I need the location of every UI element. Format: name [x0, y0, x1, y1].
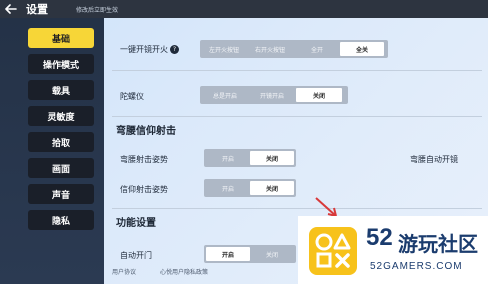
- stance-label: 弯腰射击姿势: [120, 155, 168, 164]
- sidebar: 基础 操作模式 载具 灵敏度 拾取 画面 声音 隐私: [0, 18, 104, 284]
- sidebar-item-vehicle[interactable]: 载具: [28, 80, 94, 100]
- divider: [112, 208, 482, 209]
- help-icon[interactable]: ?: [170, 45, 179, 54]
- watermark-number: 52: [366, 224, 393, 251]
- privacy-policy-link[interactable]: 心悦用户隐私政策: [160, 267, 208, 276]
- sidebar-item-privacy[interactable]: 隐私: [28, 210, 94, 230]
- divider: [112, 70, 482, 71]
- user-agreement-link[interactable]: 用户协议: [112, 267, 136, 276]
- gyroscope-option-scope[interactable]: 开镜开启: [248, 88, 296, 102]
- one-key-fire-label: 一键开镜开火?: [120, 44, 179, 55]
- watermark: 52 游玩社区 52GAMERS.COM: [298, 216, 488, 284]
- watermark-name: 游玩社区: [398, 232, 478, 256]
- page-title: 设置: [26, 3, 48, 16]
- one-key-fire-option-all-off[interactable]: 全关: [340, 42, 384, 56]
- one-key-fire-option-left[interactable]: 左开火按钮: [202, 42, 246, 56]
- gyroscope-option-always[interactable]: 总是开启: [202, 88, 248, 102]
- watermark-domain: 52GAMERS.COM: [370, 261, 463, 272]
- faith-selector: 开启 关闭: [204, 179, 296, 197]
- faith-option-off[interactable]: 关闭: [250, 181, 294, 195]
- one-key-fire-option-right[interactable]: 右开火按钮: [246, 42, 294, 56]
- one-key-fire-option-all-on[interactable]: 全开: [294, 42, 340, 56]
- stance-selector: 开启 关闭: [204, 149, 296, 167]
- gyroscope-selector: 总是开启 开镜开启 关闭: [200, 86, 348, 104]
- back-button[interactable]: [0, 0, 22, 18]
- auto-door-option-off[interactable]: 关闭: [250, 247, 294, 261]
- stance-option-off[interactable]: 关闭: [250, 151, 294, 165]
- sidebar-item-graphics[interactable]: 画面: [28, 158, 94, 178]
- gamepad-logo-icon: [309, 227, 357, 275]
- sidebar-item-sensitivity[interactable]: 灵敏度: [28, 106, 94, 126]
- sidebar-item-control-mode[interactable]: 操作模式: [28, 54, 94, 74]
- auto-door-option-on[interactable]: 开启: [206, 247, 250, 261]
- divider: [112, 116, 482, 117]
- one-key-fire-selector: 左开火按钮 右开火按钮 全开 全关: [200, 40, 388, 58]
- sidebar-item-basic[interactable]: 基础: [28, 28, 94, 48]
- header-hint: 修改后立即生效: [76, 6, 119, 14]
- auto-scope-label: 弯腰自动开镜: [410, 155, 458, 164]
- sidebar-item-sound[interactable]: 声音: [28, 184, 94, 204]
- sidebar-item-pickup[interactable]: 拾取: [28, 132, 94, 152]
- function-section-title: 功能设置: [116, 218, 156, 229]
- auto-door-selector: 开启 关闭: [204, 245, 296, 263]
- gyroscope-label: 陀螺仪: [120, 92, 144, 101]
- faith-option-on[interactable]: 开启: [206, 181, 250, 195]
- gyroscope-option-off[interactable]: 关闭: [296, 88, 342, 102]
- hipfire-section-title: 弯腰信仰射击: [116, 126, 176, 137]
- faith-label: 信仰射击姿势: [120, 185, 168, 194]
- stance-option-on[interactable]: 开启: [206, 151, 250, 165]
- auto-door-label: 自动开门: [120, 251, 152, 260]
- arrow-left-icon: [5, 4, 17, 14]
- top-bar: 设置 修改后立即生效: [0, 0, 488, 18]
- one-key-fire-text: 一键开镜开火: [120, 45, 168, 54]
